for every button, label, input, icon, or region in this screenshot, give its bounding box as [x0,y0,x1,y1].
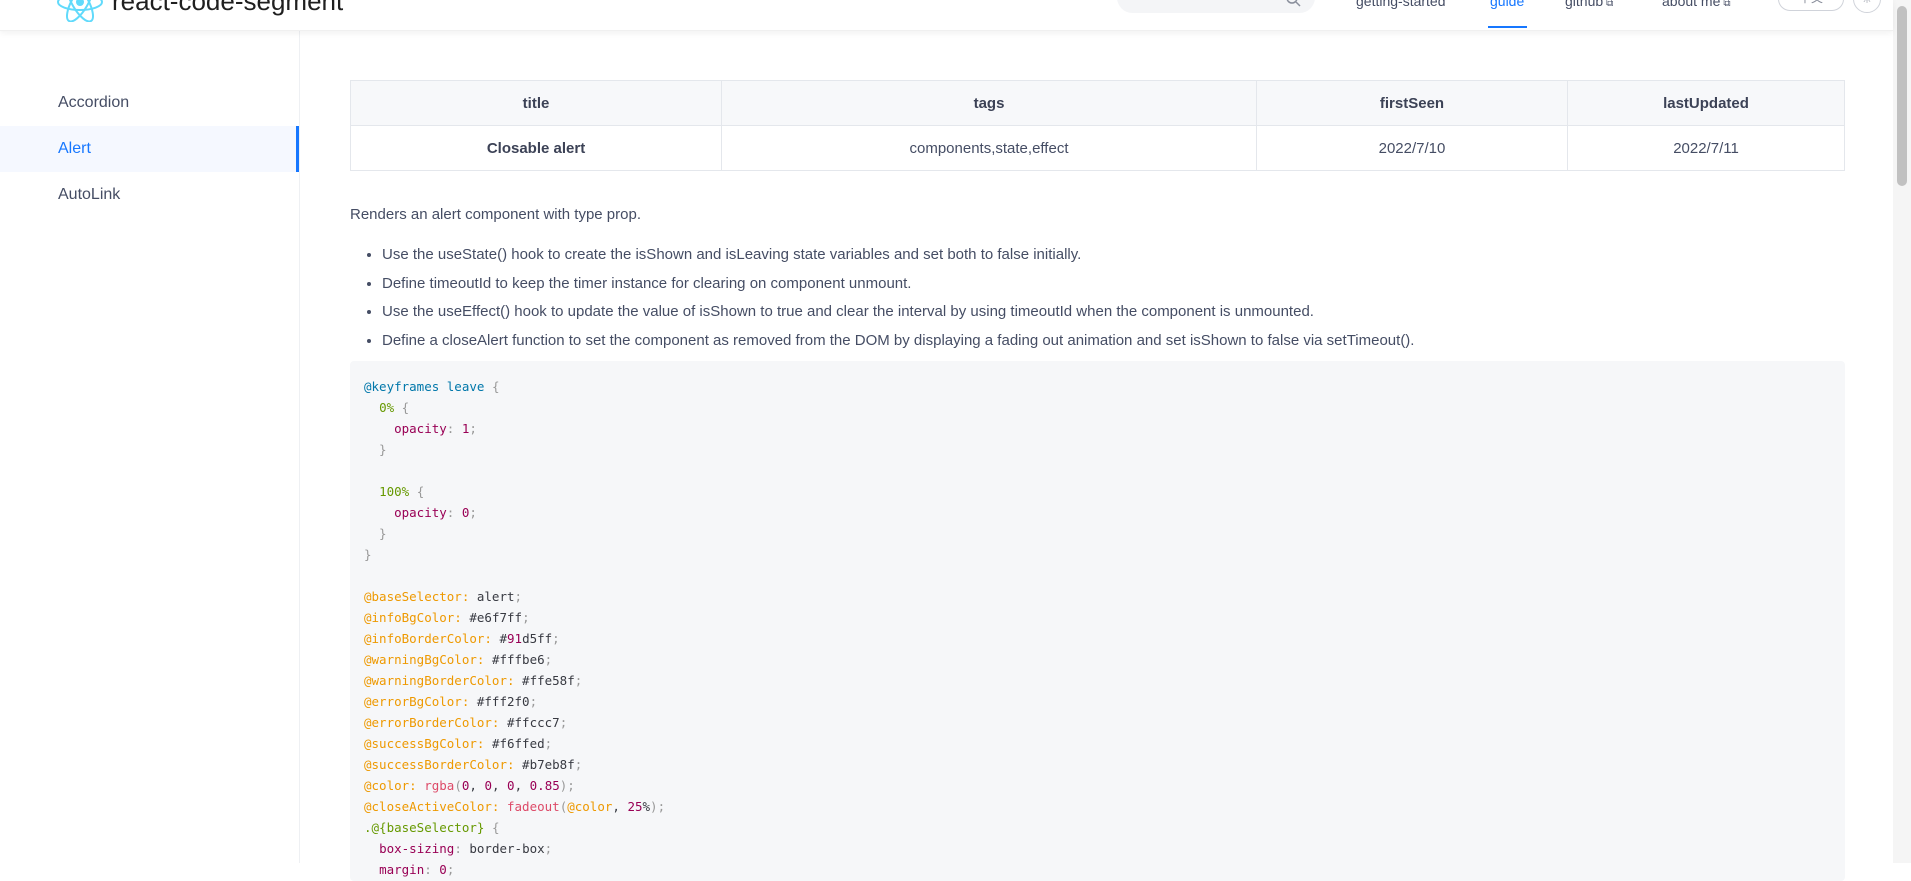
code-block[interactable]: @keyframes leave { 0% { opacity: 1; } 10… [350,361,1845,881]
sidebar-item-accordion[interactable]: Accordion [0,80,299,126]
code-line: @successBorderColor: #b7eb8f; [364,757,583,772]
list-item: Define a closeAlert function to set the … [382,330,1414,359]
code-line: 100% { [379,484,425,499]
scrollbar-thumb[interactable] [1897,6,1907,186]
code-line: opacity: 1; [394,421,477,436]
external-link-icon: ⧉ [1723,0,1731,9]
code-line: @successBgColor: #f6ffed; [364,736,553,751]
sidebar-item-autolink[interactable]: AutoLink [0,172,299,218]
nav-github[interactable]: github ⧉ [1565,0,1613,9]
top-header: react-code-segment getting-started guide… [0,0,1893,31]
table-row: Closable alert components,state,effect 2… [350,125,1845,171]
table-header-first-seen: firstSeen [1256,80,1568,126]
language-toggle-button[interactable]: 中文 [1778,0,1844,11]
cell-title: Closable alert [350,125,722,171]
sidebar-item-alert[interactable]: Alert [0,126,299,172]
nav-about-me-label: about me [1662,0,1721,9]
list-item: Use the useEffect() hook to update the v… [382,301,1414,330]
nav-guide[interactable]: guide [1490,0,1524,9]
snippet-meta-table: title tags firstSeen lastUpdated Closabl… [350,80,1845,171]
code-line: @warningBgColor: #fffbe6; [364,652,553,667]
cell-first-seen: 2022/7/10 [1256,125,1568,171]
search-input[interactable] [1117,0,1315,13]
code-line: @errorBgColor: #fff2f0; [364,694,538,709]
code-line: margin: 0; [379,862,455,877]
code-line: @color: rgba(0, 0, 0, 0.85); [364,778,575,793]
code-line: opacity: 0; [394,505,477,520]
sidebar: Accordion Alert AutoLink [0,30,300,863]
code-line: 0% { [379,400,410,415]
code-line: @errorBorderColor: #ffccc7; [364,715,568,730]
nav-about-me[interactable]: about me ⧉ [1662,0,1731,9]
code-line: @infoBgColor: #e6f7ff; [364,610,530,625]
list-item: Define timeoutId to keep the timer insta… [382,273,1414,302]
nav-github-label: github [1565,0,1604,9]
code-line: .@{baseSelector} { [364,820,500,835]
code-line: } [364,547,372,562]
code-line: } [364,526,387,541]
theme-toggle-icon[interactable]: ☀ [1853,0,1881,13]
cell-tags: components,state,effect [721,125,1257,171]
react-logo-icon[interactable] [56,0,104,22]
snippet-description: Renders an alert component with type pro… [350,206,641,223]
code-line: @keyframes leave { [364,379,500,394]
cell-last-updated: 2022/7/11 [1567,125,1845,171]
code-line: } [364,442,387,457]
table-header-tags: tags [721,80,1257,126]
table-header-last-updated: lastUpdated [1567,80,1845,126]
nav-active-indicator [1488,26,1527,28]
external-link-icon: ⧉ [1606,0,1614,9]
steps-list: Use the useState() hook to create the is… [350,244,1414,358]
code-line: @warningBorderColor: #ffe58f; [364,673,583,688]
page-scrollbar[interactable] [1893,0,1911,863]
list-item: Use the useState() hook to create the is… [382,244,1414,273]
code-line: box-sizing: border-box; [379,841,553,856]
nav-getting-started[interactable]: getting-started [1356,0,1446,9]
site-title[interactable]: react-code-segment [112,0,343,17]
search-icon [1286,0,1301,7]
code-line: @infoBorderColor: #91d5ff; [364,631,560,646]
code-line: @closeActiveColor: fadeout(@color, 25%); [364,799,666,814]
code-line: @baseSelector: alert; [364,589,523,604]
table-header-title: title [350,80,722,126]
